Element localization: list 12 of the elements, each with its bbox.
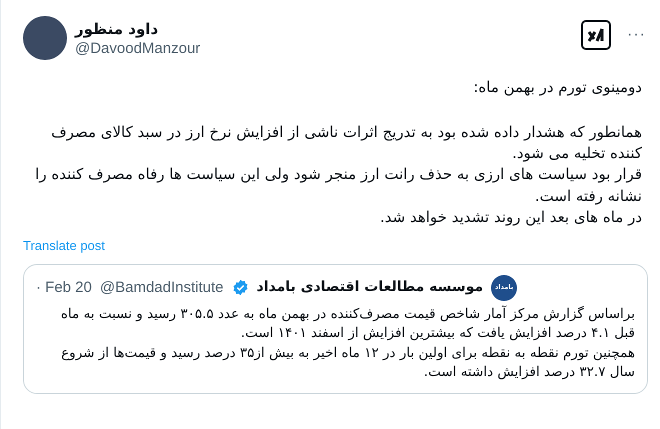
more-menu[interactable]: ···	[627, 23, 646, 47]
post-text: همانطور که هشدار داده شده بود به تدریج اثرات ناشی از افزایش نرخ ارز در سبد کالای مصرف کننده تخلیه می شود. قرار بود سیاست های ارزی به حذف رانت ارز منجر شود ولی این سیاست ها رفاه مصرف کننده را نشانه رفته است. در ماه های بعد این روند تشدید خواهد شد.	[34, 122, 643, 228]
logo-icon	[581, 20, 612, 50]
quoted-author-name: موسسه مطالعات اقتصادی بامداد	[256, 278, 484, 298]
quoted-post[interactable]	[23, 264, 648, 394]
post-date: · Feb 20	[36, 278, 92, 298]
quoted-post-text: براساس گزارش مرکز آمار شاخص قیمت مصرف‌کننده در بهمن ماه به عدد ۳۰۵.۵ رسید و نسبت به ماه قبل ۴.۱ درصد افزایش یافت که بیشترین افزایش از اسفند ۱۴۰۱ است. همچنین تورم نقطه به نقطه برای اولین بار در ۱۲ ماه اخیر به بیش از۳۵ درصد رسید و قیمت‌ها از شروع سال ۳۲.۷ درصد افزایش داشته است.	[60, 304, 635, 382]
post-text: دومینوی تورم در بهمن ماه:	[472, 76, 643, 98]
avatar[interactable]	[23, 16, 67, 60]
author-name[interactable]: داود منظور	[75, 20, 200, 38]
author-handle[interactable]: @DavoodManzour	[75, 38, 200, 60]
quoted-author-handle: @BamdadInstitute	[100, 278, 224, 298]
